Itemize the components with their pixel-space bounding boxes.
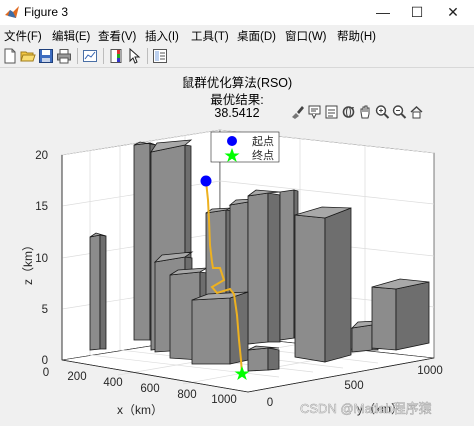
legend-end-label: 终点	[252, 148, 274, 162]
x-tick: 800	[177, 389, 196, 401]
y-tick: 1000	[417, 365, 443, 377]
z-tick: 15	[35, 201, 48, 213]
axes-3d[interactable]: 0 5 10 15 20 z（km） 0 200 400 600 800 100…	[0, 0, 474, 426]
y-tick: 0	[267, 397, 273, 409]
z-tick: 20	[35, 150, 48, 162]
building	[294, 206, 352, 363]
building	[89, 232, 107, 351]
building	[371, 278, 430, 351]
z-tick: 0	[42, 355, 48, 367]
building	[247, 189, 281, 345]
x-tick: 1000	[211, 394, 237, 406]
x-axis-label: x（km）	[117, 403, 163, 417]
building	[247, 345, 280, 372]
z-tick: 5	[42, 304, 48, 316]
legend[interactable]: 起点 终点	[210, 131, 280, 163]
x-tick: 200	[67, 371, 86, 383]
legend-start-marker	[227, 136, 237, 146]
z-tick: 10	[35, 253, 48, 265]
x-tick: 0	[43, 367, 49, 379]
watermark: CSDN @Matlab程序猿	[300, 401, 432, 416]
legend-start-label: 起点	[252, 135, 274, 148]
z-axis-label: z（km）	[21, 239, 35, 285]
x-tick: 400	[103, 377, 122, 389]
z-tick-labels: 0 5 10 15 20	[35, 150, 48, 367]
x-tick: 600	[140, 383, 159, 395]
y-tick: 500	[344, 380, 363, 392]
start-point-marker	[200, 175, 212, 187]
